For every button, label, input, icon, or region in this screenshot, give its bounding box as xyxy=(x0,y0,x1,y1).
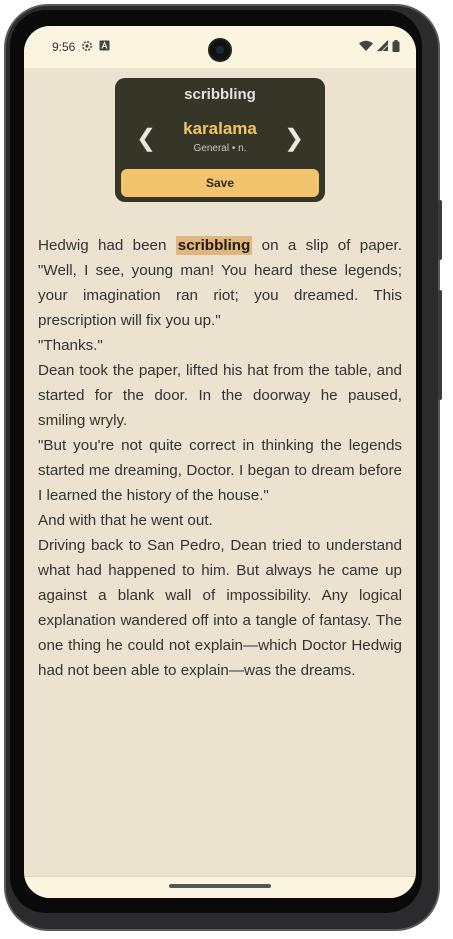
paragraph: Driving back to San Pedro, Dean tried to… xyxy=(38,537,402,679)
paragraph-text: Hedwig had been xyxy=(38,237,176,254)
status-time: 9:56 xyxy=(52,40,76,54)
paragraph: "Thanks." xyxy=(38,337,103,354)
paragraph: And with that he went out. xyxy=(38,512,213,529)
front-camera xyxy=(208,38,232,62)
screen: 9:56 scribbling ❮ karalama General • n. xyxy=(24,26,416,898)
next-arrow-icon[interactable]: ❯ xyxy=(284,124,304,154)
paragraph: "But you're not quite correct in thinkin… xyxy=(38,437,402,504)
save-button[interactable]: Save xyxy=(121,169,319,197)
translation-popup: scribbling ❮ karalama General • n. ❯ Sav… xyxy=(115,78,325,202)
highlighted-word[interactable]: scribbling xyxy=(175,236,253,255)
paragraph: Dean took the paper, lifted his hat from… xyxy=(38,362,402,429)
battery-icon xyxy=(392,39,400,55)
power-button xyxy=(438,200,442,260)
home-handle[interactable] xyxy=(169,884,271,888)
wifi-icon xyxy=(359,40,373,54)
reader-text: Hedwig had been scribbling on a slip of … xyxy=(38,233,402,683)
gesture-navigation-bar xyxy=(24,876,416,898)
signal-icon xyxy=(377,40,389,54)
text-a-icon xyxy=(99,40,110,54)
volume-button xyxy=(438,290,442,400)
popup-source-word: scribbling xyxy=(184,86,256,103)
settings-icon xyxy=(81,40,93,55)
paragraph: Hedwig had been scribbling on a slip of … xyxy=(38,233,402,333)
